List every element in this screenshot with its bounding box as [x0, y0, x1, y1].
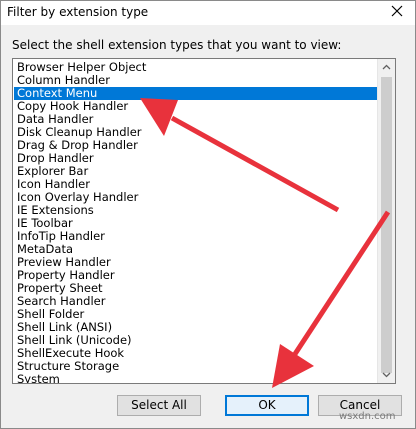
chevron-up-icon	[382, 64, 391, 70]
title-bar: Filter by extension type	[1, 1, 415, 25]
select-all-button[interactable]: Select All	[117, 395, 201, 416]
instructions-label: Select the shell extension types that yo…	[12, 38, 342, 52]
window-title: Filter by extension type	[7, 5, 149, 19]
ok-button[interactable]: OK	[225, 395, 309, 416]
vertical-scrollbar[interactable]	[377, 59, 395, 383]
scroll-up-button[interactable]	[378, 59, 395, 76]
extension-type-list: Browser Helper Object Column Handler Conte…	[14, 61, 378, 384]
list-item[interactable]: Structure Storage	[14, 360, 378, 373]
scroll-down-button[interactable]	[378, 366, 395, 383]
chevron-down-icon	[382, 372, 391, 378]
scroll-thumb[interactable]	[381, 77, 392, 373]
extension-type-listbox[interactable]: Browser Helper Object Column Handler Conte…	[12, 58, 396, 384]
watermark: wsxdn.com	[339, 411, 396, 422]
list-item[interactable]: System	[14, 373, 378, 384]
filter-dialog: Filter by extension type Select the shel…	[0, 0, 416, 429]
close-icon[interactable]	[389, 3, 405, 19]
